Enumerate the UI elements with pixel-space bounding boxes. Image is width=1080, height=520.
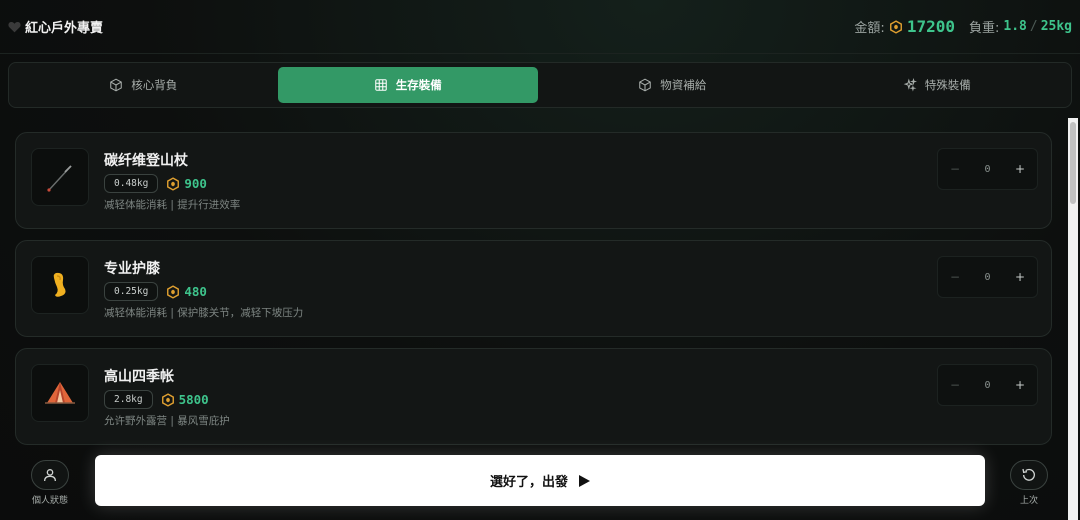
scrollbar[interactable] [1068,118,1078,520]
profile-button[interactable]: 個人狀態 [20,460,80,506]
coin-icon [167,284,180,299]
item-desc: 减轻体能消耗 | 提升行进效率 [104,199,241,211]
tab-core-pack[interactable]: 核心背負 [13,67,274,103]
stats: 金額: 17200 負重: 1.8/25kg [854,17,1072,36]
play-icon [579,474,590,487]
scrollbar-thumb[interactable] [1070,122,1076,204]
item-name: 专业护膝 [104,261,160,277]
depart-button[interactable]: 選好了，出發 [95,455,985,506]
gold-value: 17200 [906,17,955,36]
weight-stat: 負重: 1.8/25kg [969,17,1072,36]
brand-title: 紅心戶外專賣 [25,21,104,36]
quantity-value: 0 [984,379,991,391]
app-root: 紅心戶外專賣 金額: 17200 負重: 1.8/25kg 核心背負 生存裝備 … [0,0,1080,520]
undo-button[interactable]: 上次 [999,460,1059,506]
decrement-button[interactable]: − [950,378,960,392]
increment-button[interactable]: + [1015,378,1025,392]
weight-sep: / [1029,19,1038,34]
price-value: 900 [184,176,207,191]
coin-icon [167,176,180,191]
tab-label: 生存裝備 [395,78,442,92]
item-thumb [31,148,89,206]
quantity-stepper: − 0 + [937,256,1038,298]
coin-icon [889,19,902,34]
gold-stat: 金額: 17200 [854,17,955,36]
item-meta: 0.25kg 480 [104,282,207,301]
price-tag: 5800 [161,392,209,407]
undo-circle [1010,460,1048,490]
undo-label: 上次 [1019,496,1038,506]
item-card: 碳纤维登山杖 0.48kg 900 减轻体能消耗 | 提升行进效率 − 0 + [15,132,1052,229]
item-card: 专业护膝 0.25kg 480 减轻体能消耗 | 保护膝关节，减轻下坡压力 − … [15,240,1052,337]
weight-max: 25kg [1040,19,1072,34]
coin-icon [161,392,174,407]
profile-label: 個人狀態 [31,496,68,506]
category-tabs: 核心背負 生存裝備 物資補給 特殊裝備 [8,62,1072,108]
item-meta: 0.48kg 900 [104,174,207,193]
box-icon [110,78,123,92]
weight-current: 1.8 [1003,19,1027,34]
tab-supplies[interactable]: 物資補給 [542,67,803,103]
grid-icon [374,79,387,91]
tab-label: 核心背負 [131,78,178,92]
knee-pad-icon [53,272,66,297]
decrement-button[interactable]: − [950,162,960,176]
quantity-value: 0 [984,163,991,175]
item-card: 高山四季帐 2.8kg 5800 允许野外露营 | 暴风雪庇护 − 0 + [15,348,1052,445]
tab-label: 物資補給 [660,78,707,92]
tab-survival-gear[interactable]: 生存裝備 [277,67,538,103]
item-meta: 2.8kg 5800 [104,390,209,409]
price-tag: 900 [166,176,207,191]
heart-icon [8,21,21,32]
item-list: 碳纤维登山杖 0.48kg 900 减轻体能消耗 | 提升行进效率 − 0 + [0,118,1068,448]
quantity-stepper: − 0 + [937,148,1038,190]
decrement-button[interactable]: − [950,270,960,284]
item-desc: 减轻体能消耗 | 保护膝关节，减轻下坡压力 [104,307,304,319]
weight-label: 負重: [968,21,1000,36]
weight-readout: 1.8/25kg [1003,19,1072,34]
undo-icon [1022,468,1035,481]
item-desc: 允许野外露营 | 暴风雪庇护 [104,415,230,427]
header: 紅心戶外專賣 金額: 17200 負重: 1.8/25kg [0,0,1080,54]
bottom-bar: 個人狀態 選好了，出發 上次 [0,452,1068,520]
increment-button[interactable]: + [1015,162,1025,176]
brand: 紅心戶外專賣 [8,17,103,36]
tent-icon [45,382,75,404]
weight-badge: 0.48kg [104,174,159,193]
price-value: 480 [184,284,207,299]
increment-button[interactable]: + [1015,270,1025,284]
trekking-pole-icon [47,165,72,192]
quantity-stepper: − 0 + [937,364,1038,406]
sparkle-icon [903,78,917,92]
item-thumb [31,256,89,314]
price-tag: 480 [166,284,207,299]
tab-label: 特殊裝備 [924,78,971,92]
profile-circle [31,460,69,490]
item-name: 碳纤维登山杖 [104,153,188,169]
quantity-value: 0 [984,271,991,283]
gold-label: 金額: [854,21,885,36]
weight-badge: 2.8kg [104,390,153,409]
box-icon [639,78,652,92]
item-thumb [31,364,89,422]
item-name: 高山四季帐 [104,369,174,385]
weight-badge: 0.25kg [104,282,159,301]
price-value: 5800 [178,392,209,407]
depart-label: 選好了，出發 [489,475,568,490]
user-icon [44,469,56,482]
tab-special-gear[interactable]: 特殊裝備 [807,67,1068,103]
